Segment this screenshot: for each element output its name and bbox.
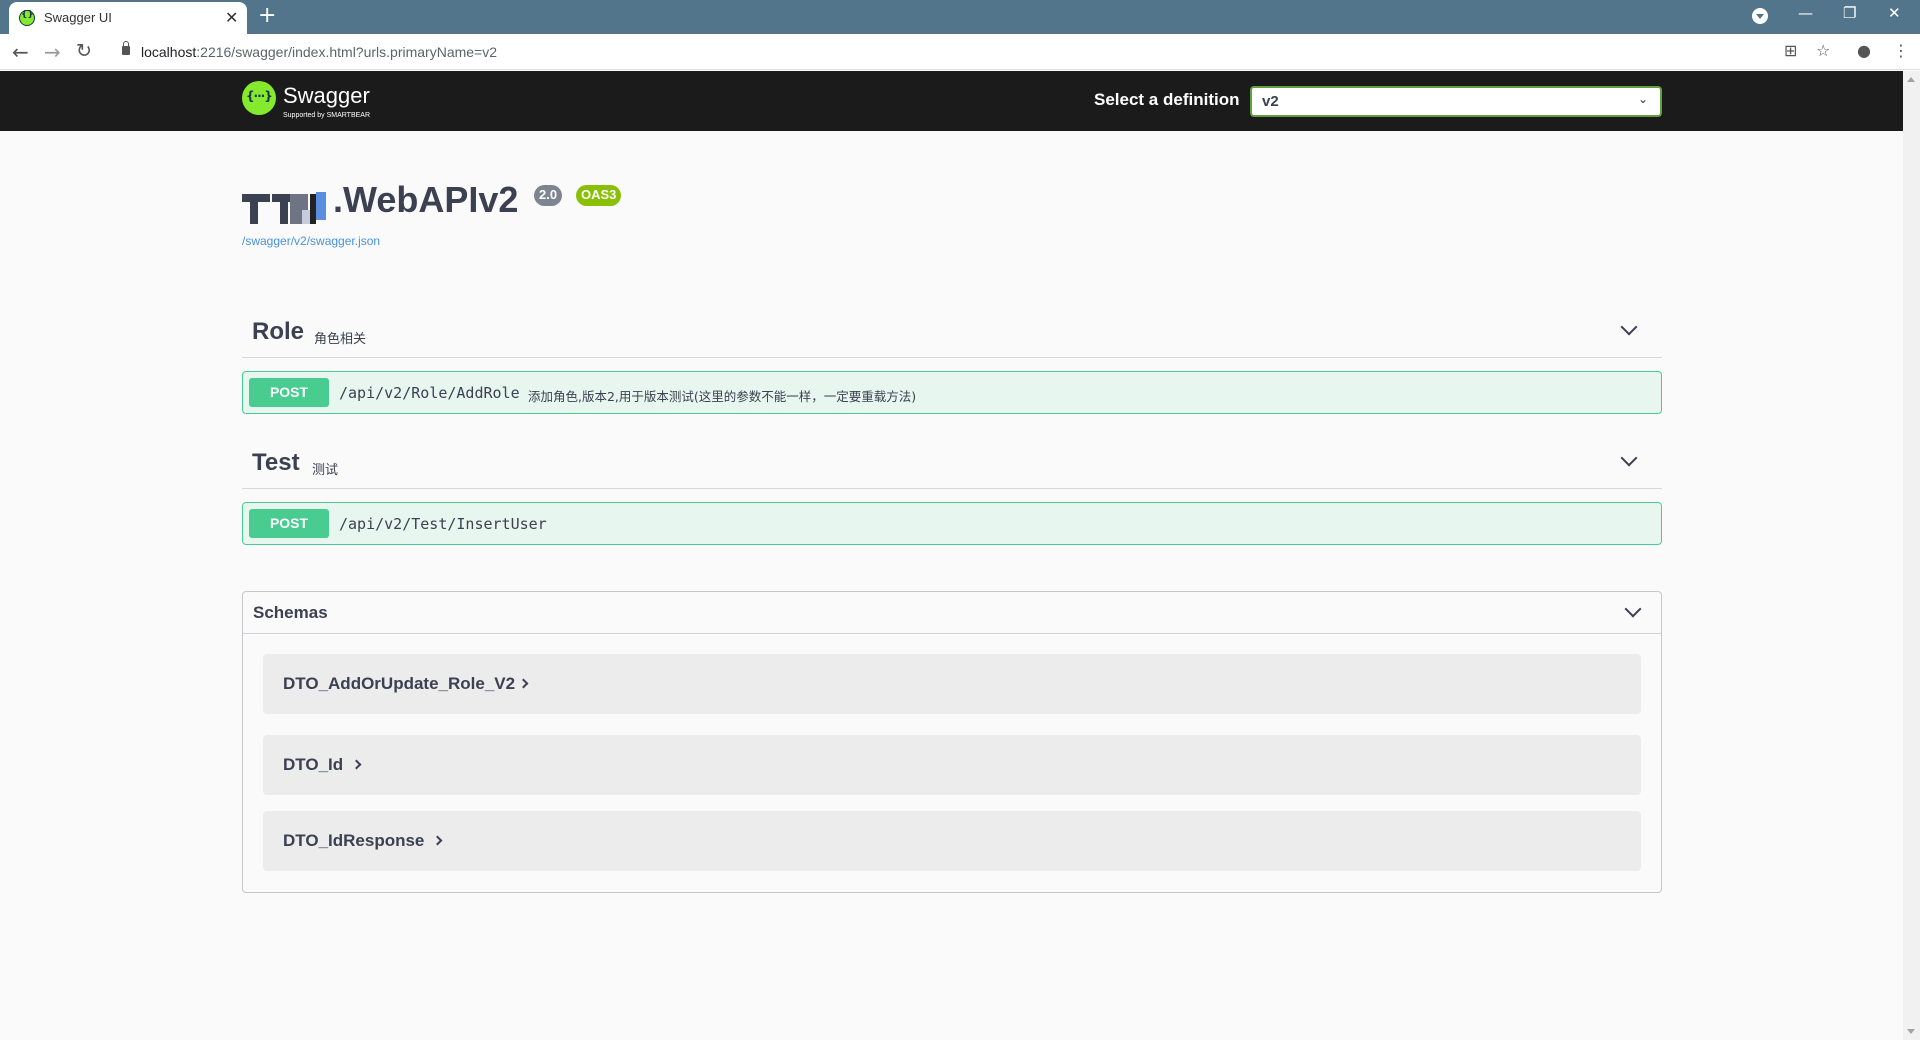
model-name: DTO_Id — [283, 755, 344, 774]
page-scrollbar[interactable] — [1903, 71, 1920, 1040]
tab-close-icon[interactable]: ✕ — [225, 8, 238, 27]
chevron-down-icon[interactable] — [1620, 318, 1638, 336]
restore-icon[interactable]: ❐ — [1843, 4, 1856, 22]
chevron-right-icon — [518, 678, 529, 689]
definition-select[interactable]: v2 ⌄ — [1250, 86, 1662, 117]
logo-text: Swagger — [283, 83, 370, 108]
schemas-section: Schemas DTO_AddOrUpdate_Role_V2 DTO_Id D… — [242, 591, 1662, 893]
model-name: DTO_AddOrUpdate_Role_V2 — [283, 674, 516, 693]
tag-test-name: Test — [252, 449, 300, 476]
operation-path: /api/v2/Role/AddRole — [339, 384, 520, 402]
tab-search-icon[interactable] — [1752, 8, 1768, 24]
profile-icon[interactable]: ● — [1857, 41, 1871, 60]
api-title: .WebAPIv2 — [333, 179, 519, 220]
swagger-logo-icon — [242, 81, 276, 115]
operation-path: /api/v2/Test/InsertUser — [339, 515, 547, 533]
definition-label: Select a definition — [1094, 90, 1240, 109]
browser-tab[interactable]: Swagger UI ✕ — [9, 2, 247, 34]
browser-tab-strip: Swagger UI ✕ + — ❐ ✕ — [0, 0, 1920, 34]
operation-summary: 添加角色,版本2,用于版本测试(这里的参数不能一样，一定要重载方法) — [528, 389, 917, 404]
window-close-icon[interactable]: ✕ — [1888, 4, 1901, 22]
minimize-icon[interactable]: — — [1798, 4, 1813, 22]
tag-role-name: Role — [252, 318, 305, 345]
spec-json-link[interactable]: /swagger/v2/swagger.json — [242, 234, 380, 248]
url-text[interactable]: localhost:2216/swagger/index.html?urls.p… — [141, 44, 497, 60]
schemas-title: Schemas — [253, 603, 328, 622]
reload-icon[interactable]: ↻ — [76, 40, 92, 62]
tag-role-description: 角色相关 — [314, 332, 367, 347]
swagger-favicon-icon — [19, 10, 35, 26]
chevron-right-icon — [351, 759, 362, 770]
new-tab-icon[interactable]: + — [258, 3, 276, 28]
swagger-topbar: Swagger Supported by SMARTBEAR Select a … — [0, 71, 1903, 131]
definition-value: v2 — [1262, 93, 1279, 110]
version-badge: 2.0 — [534, 185, 563, 206]
translate-icon[interactable]: ⊞ — [1784, 41, 1797, 60]
model-name: DTO_IdResponse — [283, 831, 425, 850]
chevron-down-icon: ⌄ — [1637, 92, 1648, 106]
redacted-title-prefix — [242, 190, 332, 224]
chevron-down-icon[interactable] — [1624, 600, 1642, 618]
logo-subtitle: Supported by SMARTBEAR — [283, 112, 371, 119]
browser-menu-icon[interactable]: ⋮ — [1893, 41, 1909, 60]
chevron-down-icon[interactable] — [1620, 449, 1638, 467]
back-icon[interactable]: ← — [12, 40, 29, 64]
model-dto-idresponse[interactable]: DTO_IdResponse — [263, 811, 1641, 871]
address-bar[interactable]: localhost:2216/swagger/index.html?urls.p… — [108, 37, 1840, 67]
method-badge-post: POST — [249, 378, 329, 407]
chevron-right-icon — [432, 835, 443, 846]
scroll-up-icon[interactable] — [1907, 77, 1915, 82]
operation-post-insert-user[interactable]: POST /api/v2/Test/InsertUser — [242, 502, 1662, 545]
tag-test-header[interactable]: Test 测试 — [242, 437, 1662, 489]
bookmark-star-icon[interactable]: ☆ — [1816, 41, 1830, 60]
browser-toolbar: ← → ↻ localhost:2216/swagger/index.html?… — [0, 34, 1920, 70]
lock-icon[interactable] — [122, 41, 130, 55]
tag-role-header[interactable]: Role 角色相关 — [242, 306, 1662, 358]
method-badge-post: POST — [249, 509, 329, 538]
scroll-down-icon[interactable] — [1907, 1029, 1915, 1034]
tag-test-description: 测试 — [312, 463, 339, 478]
oas-badge: OAS3 — [576, 185, 622, 206]
operation-post-add-role[interactable]: POST /api/v2/Role/AddRole 添加角色,版本2,用于版本测… — [242, 371, 1662, 414]
model-dto-id[interactable]: DTO_Id — [263, 735, 1641, 795]
model-dto-addorupdate-role-v2[interactable]: DTO_AddOrUpdate_Role_V2 — [263, 654, 1641, 714]
tab-title: Swagger UI — [44, 10, 112, 25]
forward-icon[interactable]: → — [44, 40, 61, 64]
schemas-header[interactable]: Schemas — [243, 592, 1661, 634]
